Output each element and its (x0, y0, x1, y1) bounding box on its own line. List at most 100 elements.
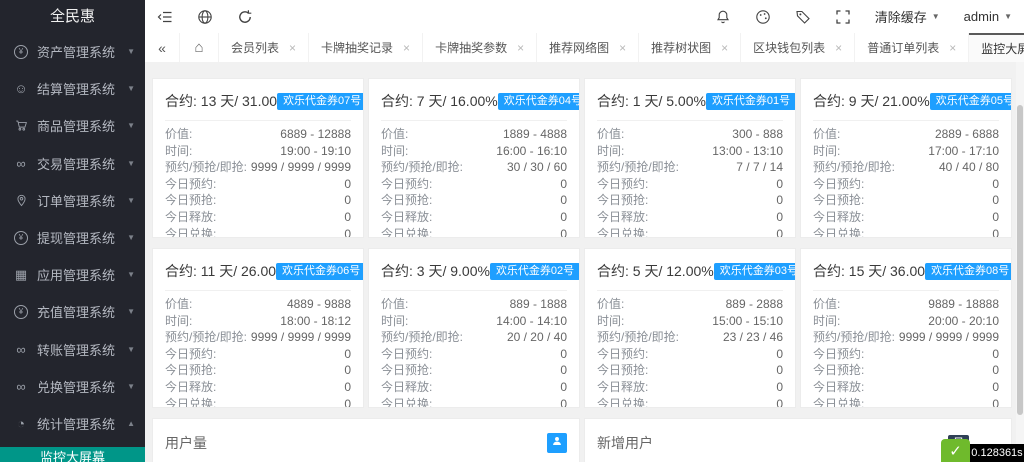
tab-6[interactable]: 普通订单列表× (855, 33, 969, 62)
card-row: 今日预约:0 (597, 176, 783, 193)
card-body: 价值:889 - 2888时间:15:00 - 15:10预约/预抢/即抢:23… (597, 291, 783, 408)
chart-card-0: 用户量 (152, 418, 580, 462)
tab-label: 推荐网络图 (549, 39, 609, 56)
sidebar-item-1[interactable]: ☺结算管理系统▼ (0, 70, 145, 107)
card-row: 今日释放:0 (165, 209, 351, 226)
row-label: 今日预约: (813, 346, 864, 363)
user-dropdown[interactable]: admin ▼ (952, 0, 1024, 33)
globe-icon[interactable] (185, 0, 225, 33)
row-value: 9999 / 9999 / 9999 (251, 329, 351, 346)
main-content: 合约: 13 天/ 31.00欢乐代金券07号 (未开放)价值:6889 - 1… (145, 62, 1016, 462)
card-row: 今日兑换:0 (381, 226, 567, 238)
tab-5[interactable]: 区块钱包列表× (741, 33, 855, 62)
sidebar-item-4[interactable]: 订单管理系统▼ (0, 182, 145, 219)
sidebar-item-7[interactable]: ¥充值管理系统▼ (0, 293, 145, 330)
tabs-scroll-left-button[interactable]: « (145, 33, 180, 62)
clear-cache-label: 清除缓存 (875, 7, 927, 26)
trace-toggle-button[interactable]: ✓ (941, 439, 970, 462)
sidebar-item-0[interactable]: ¥资产管理系统▼ (0, 33, 145, 70)
tab-2[interactable]: 卡牌抽奖参数 × (423, 33, 537, 62)
card-row: 今日预抢:0 (813, 192, 999, 209)
home-tab[interactable]: ⌂ (180, 33, 219, 62)
close-icon[interactable]: × (721, 41, 728, 55)
card-row: 今日释放:0 (381, 209, 567, 226)
row-label: 今日预约: (381, 346, 432, 363)
row-value: 0 (560, 362, 567, 379)
user-list-button[interactable] (547, 433, 567, 453)
row-label: 价值: (597, 126, 624, 143)
row-value: 40 / 40 / 80 (939, 159, 999, 176)
row-value: 0 (344, 192, 351, 209)
close-icon[interactable]: × (403, 41, 410, 55)
tab-4[interactable]: 推荐树状图× (639, 33, 741, 62)
card-row: 价值:4889 - 9888 (165, 296, 351, 313)
sidebar-item-8[interactable]: ∞转账管理系统▼ (0, 331, 145, 368)
sidebar-menu: ¥资产管理系统▼☺结算管理系统▼商品管理系统▼∞交易管理系统▼订单管理系统▼¥提… (0, 33, 145, 442)
sidebar-item-9[interactable]: ∞兑换管理系统▼ (0, 368, 145, 405)
tab-7[interactable]: 监控大屏幕× (969, 33, 1024, 62)
row-value: 6889 - 12888 (280, 126, 351, 143)
card-row: 价值: 300 - 888 (597, 126, 783, 143)
row-label: 预约/预抢/即抢: (381, 159, 463, 176)
card-row: 时间:16:00 - 16:10 (381, 143, 567, 160)
row-value: 2889 - 6888 (935, 126, 999, 143)
refresh-icon[interactable] (225, 0, 265, 33)
row-value: 16:00 - 16:10 (496, 143, 567, 160)
tag-icon[interactable] (783, 0, 823, 33)
fullscreen-icon[interactable] (823, 0, 863, 33)
close-icon[interactable]: × (289, 41, 296, 55)
card-row: 今日兑换:0 (597, 396, 783, 408)
row-value: 23 / 23 / 46 (723, 329, 783, 346)
card-row: 今日预抢:0 (165, 362, 351, 379)
tab-3[interactable]: 推荐网络图 × (537, 33, 639, 62)
theme-icon[interactable] (743, 0, 783, 33)
sidebar-item-3[interactable]: ∞交易管理系统▼ (0, 145, 145, 182)
collapse-sidebar-icon[interactable] (145, 0, 185, 33)
tab-0[interactable]: 会员列表× (219, 33, 309, 62)
close-icon[interactable]: × (619, 41, 626, 55)
close-icon[interactable]: × (835, 41, 842, 55)
contract-card-5: 合约: 3 天/ 9.00%欢乐代金券02号价值:889 - 1888时间:14… (368, 248, 580, 408)
row-label: 今日兑换: (381, 226, 432, 238)
sidebar-item-6[interactable]: ▦应用管理系统▼ (0, 256, 145, 293)
sidebar-item-10[interactable]: ◔统计管理系统▲ (0, 405, 145, 442)
card-row: 预约/预抢/即抢:40 / 40 / 80 (813, 159, 999, 176)
contract-card-0: 合约: 13 天/ 31.00欢乐代金券07号 (未开放)价值:6889 - 1… (152, 78, 364, 238)
tab-label: 卡牌抽奖参数 (435, 39, 507, 56)
card-header: 合约: 7 天/ 16.00%欢乐代金券04号 (381, 79, 567, 121)
row-label: 时间: (597, 143, 624, 160)
tab-1[interactable]: 卡牌抽奖记录× (309, 33, 423, 62)
row-value: 0 (992, 346, 999, 363)
row-value: 0 (992, 362, 999, 379)
row-value: 0 (344, 346, 351, 363)
close-icon[interactable]: × (949, 41, 956, 55)
card-row: 今日预抢:0 (597, 192, 783, 209)
row-label: 预约/预抢/即抢: (165, 159, 247, 176)
sidebar-item-2[interactable]: 商品管理系统▼ (0, 107, 145, 144)
scrollbar-thumb[interactable] (1017, 105, 1023, 415)
close-icon[interactable]: × (517, 41, 524, 55)
row-label: 今日预约: (597, 176, 648, 193)
row-value: 18:00 - 18:12 (280, 313, 351, 330)
bell-icon[interactable] (703, 0, 743, 33)
card-row: 预约/预抢/即抢:20 / 20 / 40 (381, 329, 567, 346)
card-body: 价值:1889 - 4888时间:16:00 - 16:10预约/预抢/即抢:3… (381, 121, 567, 238)
card-header: 合约: 11 天/ 26.00欢乐代金券06号 (未开放) (165, 249, 351, 291)
row-value: 300 - 888 (732, 126, 783, 143)
chevron-down-icon: ▼ (127, 345, 135, 354)
row-value: 0 (992, 209, 999, 226)
row-label: 时间: (165, 143, 192, 160)
sidebar-item-5[interactable]: ¥提现管理系统▼ (0, 219, 145, 256)
contract-card-grid: 合约: 13 天/ 31.00欢乐代金券07号 (未开放)价值:6889 - 1… (152, 78, 1012, 408)
trace-time: 0.128361s (970, 444, 1024, 462)
card-row: 今日预约: 0 (813, 346, 999, 363)
card-row: 预约/预抢/即抢:7 / 7 / 14 (597, 159, 783, 176)
vertical-scrollbar[interactable] (1016, 62, 1024, 462)
row-label: 今日预抢: (165, 192, 216, 209)
link-icon: ∞ (13, 157, 29, 170)
card-row: 价值:889 - 2888 (597, 296, 783, 313)
clear-cache-dropdown[interactable]: 清除缓存 ▼ (863, 0, 952, 33)
sidebar-item-monitor-screen[interactable]: 监控大屏幕 (0, 447, 145, 462)
card-row: 时间:15:00 - 15:10 (597, 313, 783, 330)
smiley-icon: ☺ (13, 82, 29, 95)
